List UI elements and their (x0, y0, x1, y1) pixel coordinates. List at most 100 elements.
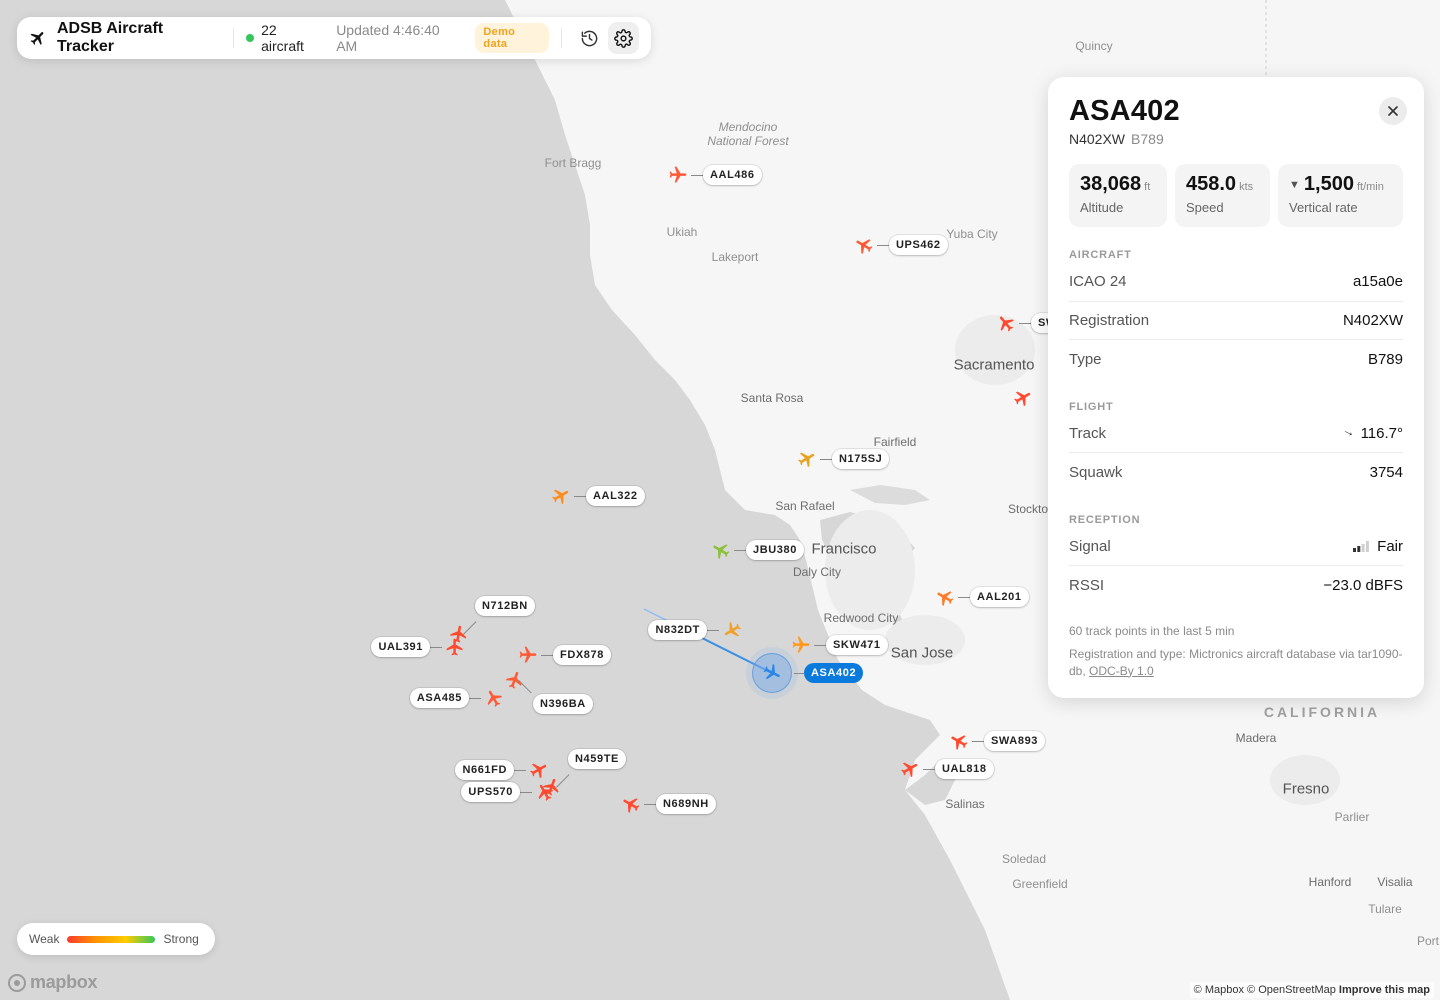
place-label: Visalia (1377, 875, 1413, 889)
plane-icon (669, 166, 687, 183)
stat-speed: 458.0 kts Speed (1175, 164, 1270, 227)
aircraft-detail-panel: ASA402 N402XW B789 38,068 ft Altitude 458.… (1048, 77, 1424, 698)
callsign-label[interactable]: UPS570 (461, 782, 520, 802)
track-arrow-icon: ↑ (1341, 426, 1358, 440)
callsign-label[interactable]: AAL486 (703, 165, 762, 185)
place-label: Fort Bragg (544, 156, 602, 170)
settings-icon (613, 28, 633, 48)
place-label: Mendocino (718, 120, 778, 134)
label-leader-line (574, 496, 586, 497)
osm-attribution-link[interactable]: © OpenStreetMap (1247, 984, 1336, 996)
plane-icon (951, 735, 968, 750)
panel-callsign: ASA402 (1069, 95, 1180, 127)
callsign-label[interactable]: N396BA (533, 694, 593, 714)
place-label: Santa Rosa (740, 391, 804, 405)
plane-icon (519, 646, 537, 663)
callsign-label[interactable]: UPS462 (889, 235, 948, 255)
top-bar: ADSB Aircraft Tracker 22 aircraft Update… (17, 17, 651, 59)
label-leader-line (820, 459, 832, 460)
source-note: Registration and type: Mictronics aircra… (1069, 646, 1403, 680)
callsign-label[interactable]: N459TE (568, 749, 626, 769)
label-leader-line (814, 645, 826, 646)
callsign-label[interactable]: N832DT (648, 620, 707, 640)
demo-data-badge: Demo data (475, 23, 550, 53)
label-leader-line (972, 741, 984, 742)
history-button[interactable] (574, 22, 605, 54)
mapbox-logo[interactable]: mapbox (8, 972, 98, 993)
plane-icon (856, 239, 873, 254)
callsign-label[interactable]: JBU380 (746, 540, 804, 560)
close-panel-button[interactable] (1379, 97, 1407, 125)
label-leader-line (707, 630, 719, 631)
flight-rows: Track ↑ 116.7° Squawk 3754 (1069, 415, 1403, 492)
signal-bars-icon (1353, 540, 1370, 552)
callsign-label[interactable]: N661FD (455, 760, 514, 780)
row-value: N402XW (1342, 311, 1403, 329)
row-signal: Signal Fair (1069, 528, 1403, 566)
stat-value: 38,068 (1080, 173, 1142, 195)
callsign-label[interactable]: UAL391 (371, 637, 430, 657)
place-label: Salinas (945, 797, 985, 811)
plane-icon (29, 29, 47, 47)
panel-type: B789 (1131, 131, 1164, 147)
plane-icon (538, 784, 554, 801)
callsign-label[interactable]: SWA893 (984, 731, 1046, 751)
callsign-label[interactable]: AAL322 (586, 486, 645, 506)
callsign-label[interactable]: ASA485 (409, 688, 469, 708)
row-value: a15a0e (1352, 273, 1403, 291)
mapbox-attribution-link[interactable]: © Mapbox (1194, 984, 1244, 996)
mapbox-logo-icon (8, 973, 26, 992)
row-key: Type (1069, 350, 1102, 368)
callsign-label[interactable]: UAL818 (935, 759, 994, 779)
label-leader-line (514, 770, 526, 771)
place-label: Greenfield (1012, 877, 1068, 891)
label-leader-line (958, 597, 970, 598)
label-leader-line (644, 804, 656, 805)
map-attribution: © Mapbox © OpenStreetMap Improve this ma… (1189, 982, 1434, 998)
place-label: Francisco (811, 540, 877, 558)
place-label: Fresno (1282, 780, 1330, 798)
section-reception-heading: RECEPTION (1069, 513, 1141, 526)
place-label: San Jose (890, 644, 954, 662)
license-link[interactable]: ODC-By 1.0 (1089, 664, 1154, 678)
section-flight-heading: FLIGHT (1069, 400, 1114, 413)
label-leader-line (520, 792, 532, 793)
label-leader-line (877, 245, 889, 246)
callsign-label[interactable]: AAL201 (970, 587, 1029, 607)
stat-unit: kts (1239, 181, 1254, 193)
stat-cards: 38,068 ft Altitude 458.0 kts Speed ▼ 1,500 f… (1069, 164, 1403, 227)
aircraft-rows: ICAO 24 a15a0e Registration N402XW Type B78… (1069, 263, 1403, 379)
plane-icon (792, 636, 810, 653)
label-leader-line (541, 655, 553, 656)
row-type: Type B789 (1069, 340, 1403, 379)
plane-icon (1014, 391, 1031, 407)
stat-unit: ft (1144, 181, 1151, 193)
plane-icon (446, 638, 463, 656)
history-icon (582, 30, 598, 46)
label-leader-line (794, 673, 804, 674)
row-value: Fair (1377, 537, 1403, 555)
callsign-label[interactable]: N712BN (475, 596, 535, 616)
plane-icon (713, 544, 730, 559)
callsign-label[interactable]: ASA402 (804, 663, 864, 683)
callsign-label[interactable]: SKW471 (826, 635, 888, 655)
improve-map-link[interactable]: Improve this map (1339, 984, 1430, 996)
settings-button[interactable] (607, 22, 639, 54)
place-label: Parlier (1334, 810, 1370, 824)
panel-registration: N402XW (1069, 131, 1126, 147)
row-rssi: RSSI −23.0 dBFS (1069, 566, 1403, 605)
callsign-label[interactable]: N689NH (656, 794, 716, 814)
legend-strong-label: Strong (163, 932, 199, 946)
place-label: Tulare (1368, 902, 1402, 916)
plane-icon (487, 690, 503, 707)
place-label: Hanford (1308, 875, 1352, 889)
stat-altitude: 38,068 ft Altitude (1069, 164, 1167, 227)
place-label: Redwood City (823, 611, 899, 625)
place-label: Madera (1235, 731, 1277, 745)
row-registration: Registration N402XW (1069, 302, 1403, 340)
callsign-label[interactable]: N175SJ (832, 449, 890, 469)
place-label: Sacramento (953, 356, 1035, 374)
place-label: San Rafael (775, 499, 835, 513)
callsign-label[interactable]: FDX878 (553, 645, 611, 665)
row-value: −23.0 dBFS (1323, 576, 1403, 594)
